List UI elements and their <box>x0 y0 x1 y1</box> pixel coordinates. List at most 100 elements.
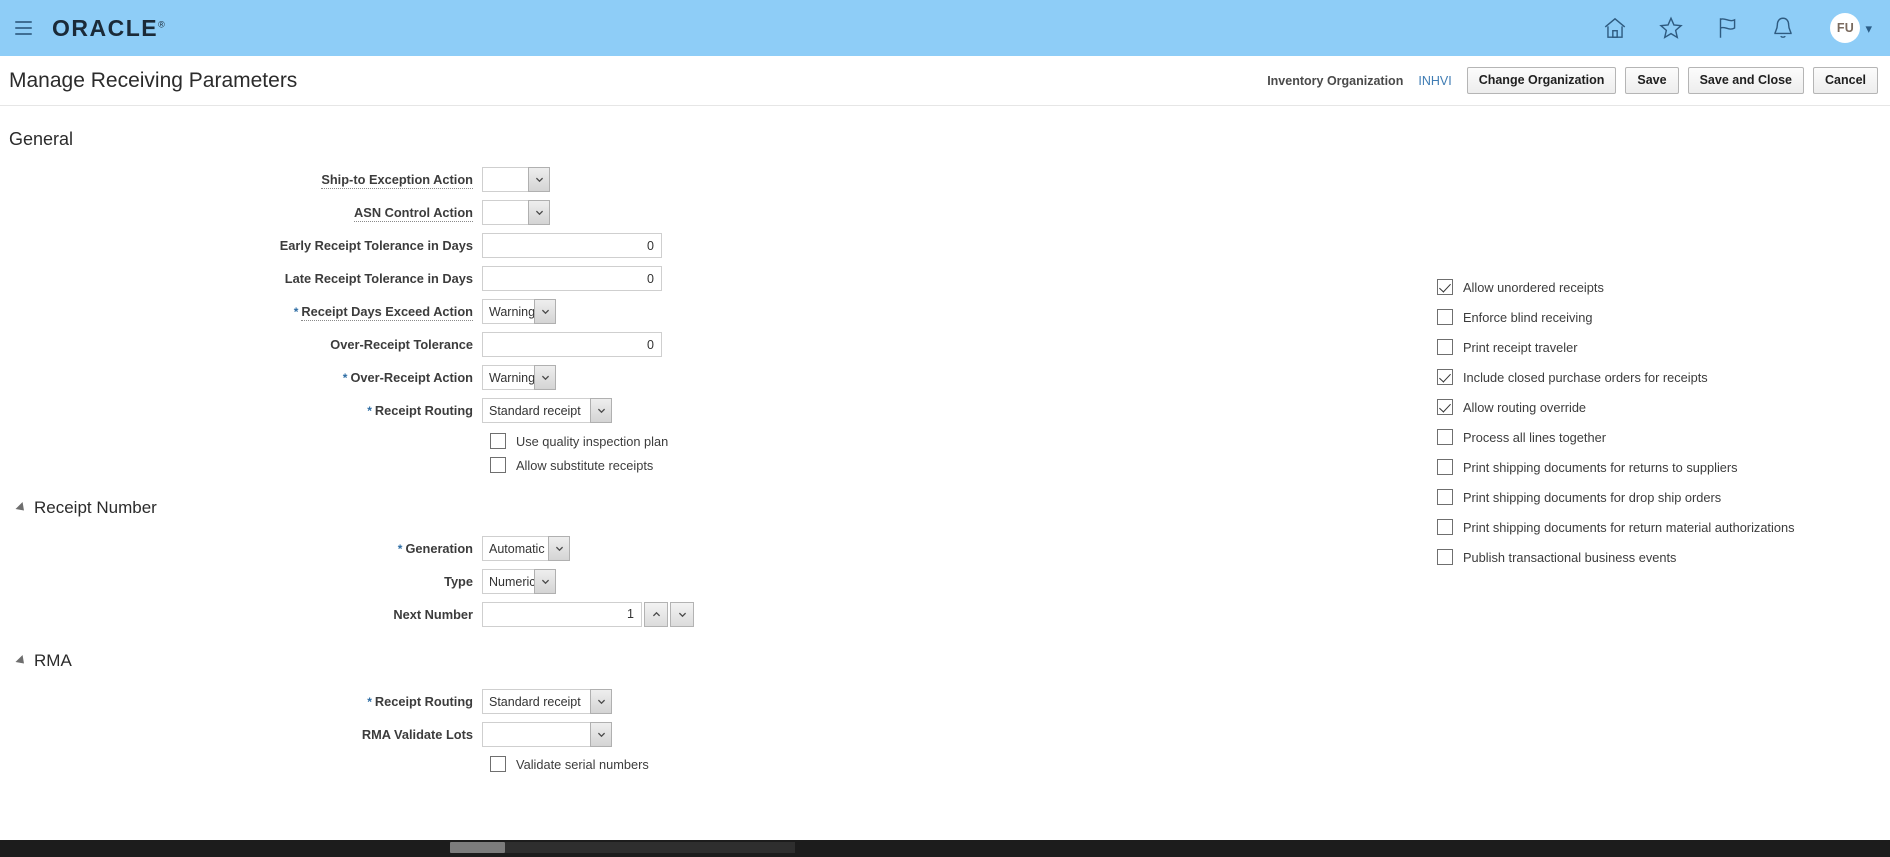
select-generation[interactable]: Automatic <box>482 536 570 561</box>
horizontal-scrollbar[interactable] <box>0 840 1890 857</box>
checkbox-publish-transactional-business-events[interactable] <box>1437 549 1453 565</box>
option-row-allow-unordered-receipts: Allow unordered receipts <box>1437 272 1877 302</box>
required-marker: * <box>367 695 372 709</box>
select-over-receipt-action[interactable]: Warning <box>482 365 556 390</box>
label-text: Ship-to Exception Action <box>321 172 473 189</box>
select-receipt-days-exceed-action[interactable]: Warning <box>482 299 556 324</box>
checkbox-print-shipping-documents-for-returns-to-suppliers[interactable] <box>1437 459 1453 475</box>
required-marker: * <box>293 305 299 319</box>
select-value: Standard receipt <box>482 398 590 423</box>
chevron-down-icon[interactable] <box>548 536 570 561</box>
input-over-receipt-tolerance[interactable] <box>482 332 662 357</box>
collapse-triangle-icon[interactable] <box>15 501 28 515</box>
checkbox-validate-serial-numbers[interactable] <box>490 756 506 772</box>
home-icon[interactable] <box>1602 15 1628 41</box>
select-asn-control-action[interactable] <box>482 200 550 225</box>
checkbox-label-allow-unordered-receipts: Allow unordered receipts <box>1463 279 1604 295</box>
select-value <box>482 200 528 225</box>
hamburger-menu-icon[interactable] <box>8 13 38 43</box>
select-ship-to-exception-action[interactable] <box>482 167 550 192</box>
label-text: Early Receipt Tolerance in Days <box>279 238 473 253</box>
checkbox-allow-routing-override[interactable] <box>1437 399 1453 415</box>
spinner-value[interactable]: 1 <box>482 602 642 627</box>
label-text: Type <box>444 574 473 589</box>
rma-heading-label: RMA <box>34 651 72 670</box>
checkbox-print-shipping-documents-for-return-material-authorizations[interactable] <box>1437 519 1453 535</box>
option-row-include-closed-purchase-orders-for-receipts: Include closed purchase orders for recei… <box>1437 362 1877 392</box>
checkbox-label-allow-routing-override: Allow routing override <box>1463 399 1587 415</box>
spinner-up-icon[interactable] <box>644 602 668 627</box>
select-receipt-routing[interactable]: Standard receipt <box>482 689 612 714</box>
application-window: ORACLE® FU ▾ Manage Receiving Parameters… <box>0 0 1890 857</box>
option-row-process-all-lines-together: Process all lines together <box>1437 422 1877 452</box>
save-and-close-button[interactable]: Save and Close <box>1687 67 1804 94</box>
inventory-organization-value: INHVI <box>1418 73 1452 88</box>
notifications-bell-icon[interactable] <box>1770 15 1796 41</box>
select-value: Automatic <box>482 536 548 561</box>
spinner-down-icon[interactable] <box>670 602 694 627</box>
checkbox-allow-substitute-receipts[interactable] <box>490 457 506 473</box>
form-row-next-number: Next Number 1 <box>0 602 1890 627</box>
checkbox-process-all-lines-together[interactable] <box>1437 429 1453 445</box>
flag-icon[interactable] <box>1714 15 1740 41</box>
label-late-receipt-tolerance-in-days: Late Receipt Tolerance in Days <box>0 271 482 286</box>
chevron-down-icon[interactable] <box>590 722 612 747</box>
receipt-number-heading-label: Receipt Number <box>34 498 157 517</box>
page-title: Manage Receiving Parameters <box>9 68 298 92</box>
select-type[interactable]: Numeric <box>482 569 556 594</box>
spinner-next-number[interactable]: 1 <box>482 602 694 627</box>
select-rma-validate-lots[interactable] <box>482 722 612 747</box>
label-receipt-routing: * Receipt Routing <box>0 694 482 709</box>
global-header: ORACLE® FU ▾ <box>0 0 1890 56</box>
label-text: Next Number <box>393 607 473 622</box>
input-early-receipt-tolerance-in-days[interactable] <box>482 233 662 258</box>
favorites-star-icon[interactable] <box>1658 15 1684 41</box>
checkbox-include-closed-purchase-orders-for-receipts[interactable] <box>1437 369 1453 385</box>
checkbox-allow-unordered-receipts[interactable] <box>1437 279 1453 295</box>
checkbox-enforce-blind-receiving[interactable] <box>1437 309 1453 325</box>
select-receipt-routing[interactable]: Standard receipt <box>482 398 612 423</box>
oracle-trademark: ® <box>158 18 165 29</box>
scrollbar-thumb[interactable] <box>450 842 505 853</box>
checkbox-use-quality-inspection-plan[interactable] <box>490 433 506 449</box>
chevron-down-icon[interactable] <box>590 689 612 714</box>
option-row-print-receipt-traveler: Print receipt traveler <box>1437 332 1877 362</box>
chevron-down-icon[interactable] <box>534 569 556 594</box>
option-row-publish-transactional-business-events: Publish transactional business events <box>1437 542 1877 572</box>
inventory-organization-label: Inventory Organization <box>1267 73 1404 88</box>
chevron-down-icon[interactable] <box>528 167 550 192</box>
page-content: General Ship-to Exception Action ASN Cont… <box>0 106 1890 840</box>
checkbox-print-receipt-traveler[interactable] <box>1437 339 1453 355</box>
oracle-wordmark: ORACLE <box>52 14 159 41</box>
save-button[interactable]: Save <box>1625 67 1679 94</box>
required-marker: * <box>397 542 403 556</box>
cancel-button[interactable]: Cancel <box>1813 67 1878 94</box>
checkbox-print-shipping-documents-for-drop-ship-orders[interactable] <box>1437 489 1453 505</box>
label-rma-validate-lots: RMA Validate Lots <box>0 727 482 742</box>
change-organization-button[interactable]: Change Organization <box>1466 67 1617 94</box>
input-late-receipt-tolerance-in-days[interactable] <box>482 266 662 291</box>
chevron-down-icon[interactable] <box>534 365 556 390</box>
collapse-triangle-icon[interactable] <box>15 654 28 668</box>
chevron-down-icon[interactable] <box>590 398 612 423</box>
form-row-receipt-routing: * Receipt Routing Standard receipt <box>0 689 1890 714</box>
user-menu[interactable]: FU ▾ <box>1830 13 1872 43</box>
general-section-heading: General <box>9 129 74 149</box>
chevron-down-icon[interactable] <box>528 200 550 225</box>
checkbox-label-include-closed-purchase-orders-for-receipts: Include closed purchase orders for recei… <box>1463 369 1708 385</box>
header-icon-group: FU ▾ <box>1602 13 1890 43</box>
label-text: Over-Receipt Tolerance <box>330 337 473 352</box>
scrollbar-track[interactable] <box>505 842 795 853</box>
oracle-logo[interactable]: ORACLE® <box>52 15 165 42</box>
required-marker: * <box>367 404 372 418</box>
select-value <box>482 722 590 747</box>
checkbox-label-process-all-lines-together: Process all lines together <box>1463 429 1606 445</box>
hamburger-bar <box>14 27 32 29</box>
checkbox-label-print-receipt-traveler: Print receipt traveler <box>1463 339 1578 355</box>
avatar: FU <box>1830 13 1861 43</box>
label-receipt-routing: * Receipt Routing <box>0 403 482 418</box>
label-type: Type <box>0 574 482 589</box>
label-over-receipt-tolerance: Over-Receipt Tolerance <box>0 337 482 352</box>
label-early-receipt-tolerance-in-days: Early Receipt Tolerance in Days <box>0 238 482 253</box>
chevron-down-icon[interactable] <box>534 299 556 324</box>
